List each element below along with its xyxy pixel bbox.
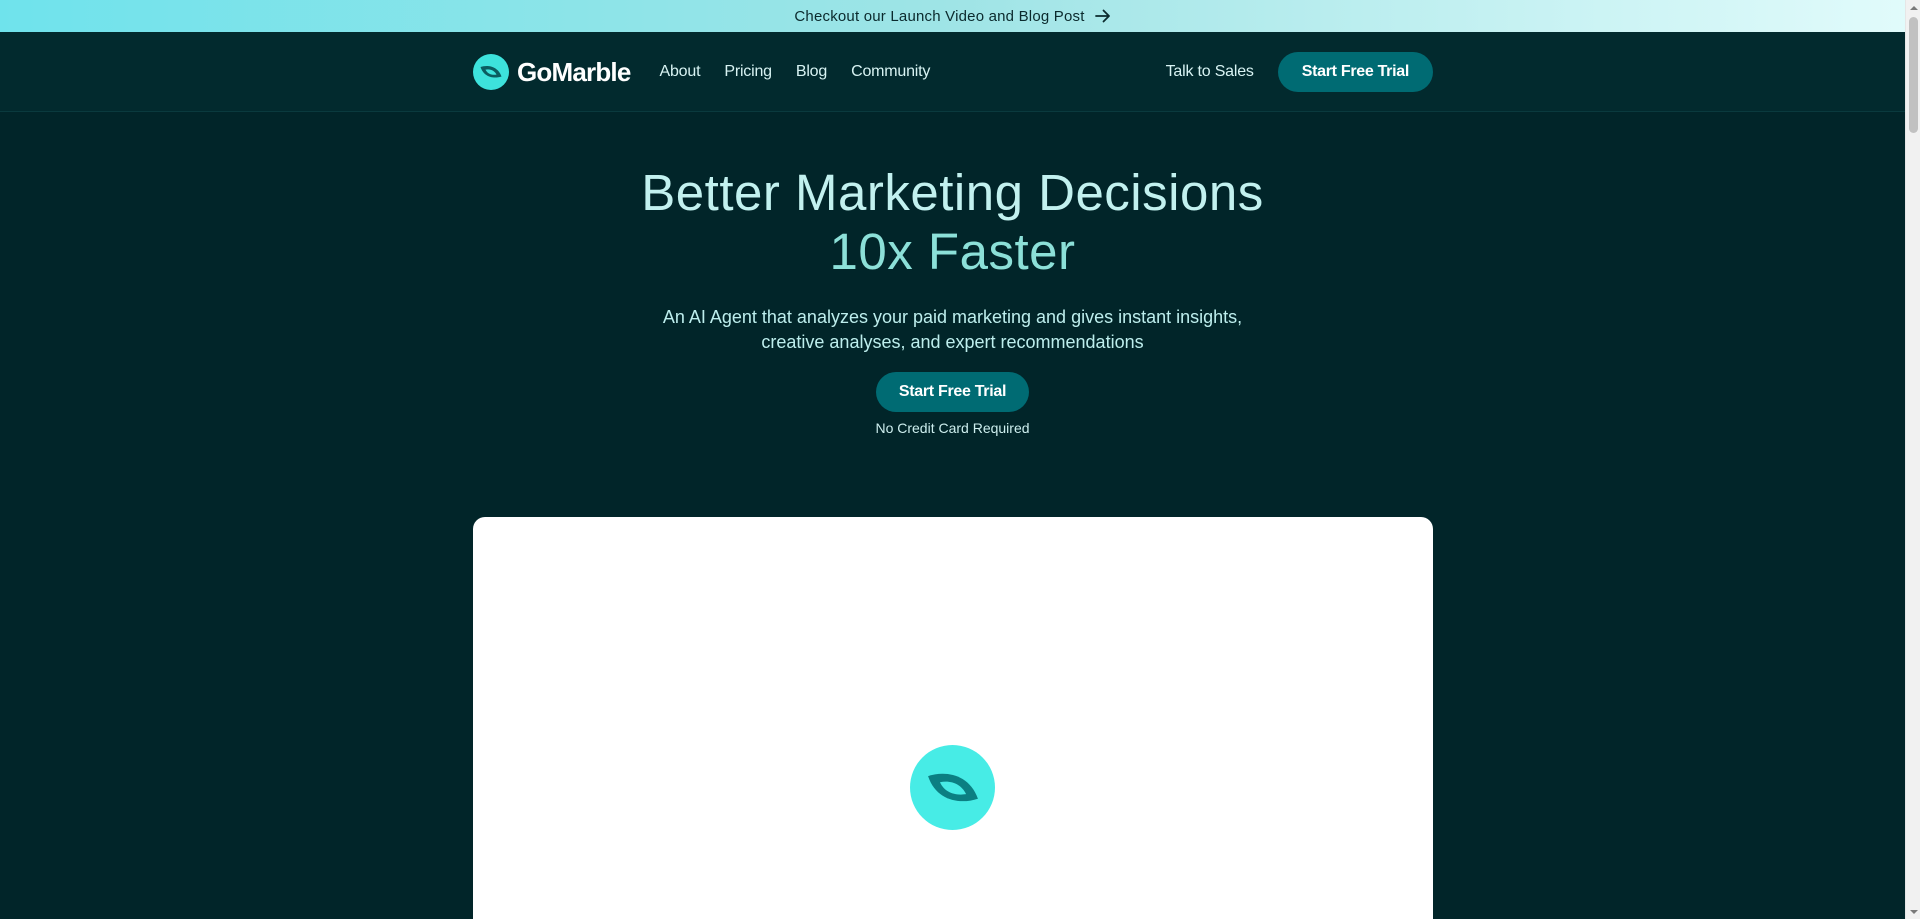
page: Checkout our Launch Video and Blog Post … [0,0,1920,919]
hero-section: Better Marketing Decisions 10x Faster An… [0,112,1905,436]
no-credit-card-note: No Credit Card Required [875,420,1030,436]
announcement-text: Checkout our Launch Video and Blog Post [794,7,1085,25]
header-actions: Talk to Sales Start Free Trial [1166,52,1433,92]
nav-pricing[interactable]: Pricing [724,63,772,81]
nav-blog[interactable]: Blog [796,63,827,81]
nav-community[interactable]: Community [851,63,930,81]
nav-about[interactable]: About [660,63,701,81]
hero-cta-wrap: Start Free Trial [0,372,1905,412]
gomarble-loading-logo-icon [910,745,995,830]
scroll-down-arrow-icon[interactable] [1906,904,1920,919]
header-inner: GoMarble About Pricing Blog Community Ta… [473,32,1433,112]
page-scrollbar[interactable] [1905,0,1920,919]
main-nav: About Pricing Blog Community [660,63,931,81]
arrow-right-icon [1094,9,1111,23]
hero-title: Better Marketing Decisions 10x Faster [0,163,1905,281]
scroll-up-arrow-icon[interactable] [1906,0,1920,15]
hero-title-line2: 10x Faster [829,223,1076,280]
demo-preview-card [473,517,1433,919]
announcement-bar[interactable]: Checkout our Launch Video and Blog Post [0,0,1905,32]
hero-start-trial-button[interactable]: Start Free Trial [875,372,1030,412]
hero-subtitle: An AI Agent that analyzes your paid mark… [662,307,1243,352]
gomarble-logo-icon [473,54,509,90]
logo-text: GoMarble [517,56,631,87]
scrollbar-thumb[interactable] [1909,17,1918,133]
header-start-trial-button[interactable]: Start Free Trial [1277,52,1433,92]
talk-to-sales-link[interactable]: Talk to Sales [1166,63,1254,81]
logo-link[interactable]: GoMarble [473,54,631,90]
hero-title-line1: Better Marketing Decisions [641,164,1264,221]
site-header: GoMarble About Pricing Blog Community Ta… [0,32,1905,112]
